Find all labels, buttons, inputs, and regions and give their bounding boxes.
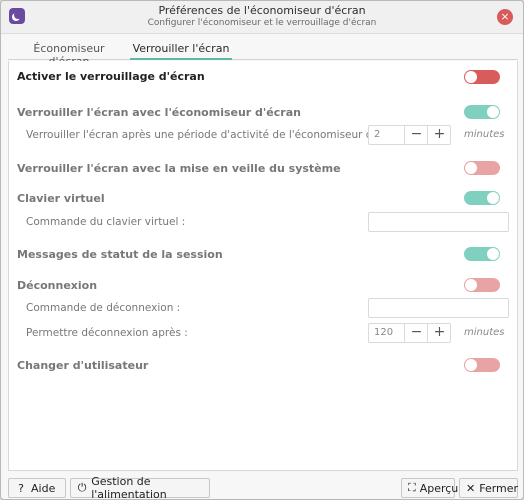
virtual-keyboard-command-label: Commande du clavier virtuel :	[26, 216, 186, 228]
toggle-knob	[465, 279, 477, 291]
lock-screen-panel: Activer le verrouillage d'écran Verrouil…	[8, 61, 518, 471]
switch-user-toggle[interactable]	[464, 358, 500, 372]
lock-with-sleep-toggle[interactable]	[464, 161, 500, 175]
title-bar: Préférences de l'économiseur d'écran Con…	[1, 1, 523, 34]
preview-button[interactable]: ⛶ Aperçu	[401, 478, 458, 498]
lock-delay-increment-icon[interactable]: +	[427, 126, 451, 144]
preferences-window: Préférences de l'économiseur d'écran Con…	[0, 0, 524, 500]
lock-delay-decrement-icon[interactable]: −	[404, 126, 428, 144]
switch-user-label: Changer d'utilisateur	[17, 359, 149, 372]
window-subtitle: Configurer l'économiseur et le verrouill…	[147, 18, 377, 28]
toggle-knob	[487, 106, 499, 118]
lock-delay-units: minutes	[464, 129, 505, 140]
logout-after-decrement-icon[interactable]: −	[404, 324, 428, 342]
toggle-knob	[487, 192, 499, 204]
logout-toggle[interactable]	[464, 278, 500, 292]
power-icon: ⏻	[77, 481, 87, 494]
help-button[interactable]: ? Aide	[8, 478, 66, 498]
virtual-keyboard-toggle[interactable]	[464, 191, 500, 205]
tab-bar: Économiseur d'écran Verrouiller l'écran	[8, 39, 518, 68]
window-title: Préférences de l'économiseur d'écran	[158, 4, 366, 17]
lock-delay-spinbox[interactable]: 2 − +	[368, 125, 451, 145]
toggle-knob	[487, 248, 499, 260]
tab-lock-screen[interactable]: Verrouiller l'écran	[130, 39, 232, 60]
logout-after-label: Permettre déconnexion après :	[26, 327, 188, 339]
session-status-label: Messages de statut de la session	[17, 248, 223, 261]
enable-lock-label: Activer le verrouillage d'écran	[17, 70, 205, 83]
logout-label: Déconnexion	[17, 279, 98, 292]
close-button-label: Fermer	[479, 481, 519, 495]
close-icon: ✕	[466, 481, 476, 495]
virtual-keyboard-label: Clavier virtuel	[17, 192, 105, 205]
power-management-button[interactable]: ⏻ Gestion de l'alimentation	[70, 475, 210, 500]
close-button[interactable]: ✕ Fermer	[459, 478, 518, 498]
virtual-keyboard-command-field[interactable]	[368, 212, 509, 232]
logout-after-value[interactable]: 120	[374, 327, 393, 338]
help-button-label: Aide	[31, 481, 56, 495]
toggle-knob	[465, 162, 477, 174]
toggle-knob	[465, 359, 477, 371]
logout-command-label: Commande de déconnexion :	[26, 302, 181, 314]
lock-with-sleep-label: Verrouiller l'écran avec la mise en veil…	[17, 162, 341, 175]
power-management-button-label: Gestion de l'alimentation	[91, 475, 167, 500]
window-close-icon[interactable]: ×	[497, 9, 513, 25]
lock-with-saver-label: Verrouiller l'écran avec l'économiseur d…	[17, 106, 301, 119]
logout-after-spinbox[interactable]: 120 − +	[368, 323, 451, 343]
tab-screensaver[interactable]: Économiseur d'écran	[14, 39, 124, 68]
fullscreen-icon: ⛶	[408, 481, 416, 494]
enable-lock-toggle[interactable]	[464, 70, 500, 84]
logout-after-increment-icon[interactable]: +	[427, 324, 451, 342]
logout-command-field[interactable]	[368, 298, 509, 318]
lock-with-saver-toggle[interactable]	[464, 105, 500, 119]
help-icon: ?	[18, 481, 24, 495]
logout-after-units: minutes	[464, 327, 505, 338]
toggle-knob	[465, 71, 477, 83]
preview-button-label: Aperçu	[419, 481, 459, 495]
session-status-toggle[interactable]	[464, 247, 500, 261]
lock-delay-value[interactable]: 2	[374, 129, 380, 140]
